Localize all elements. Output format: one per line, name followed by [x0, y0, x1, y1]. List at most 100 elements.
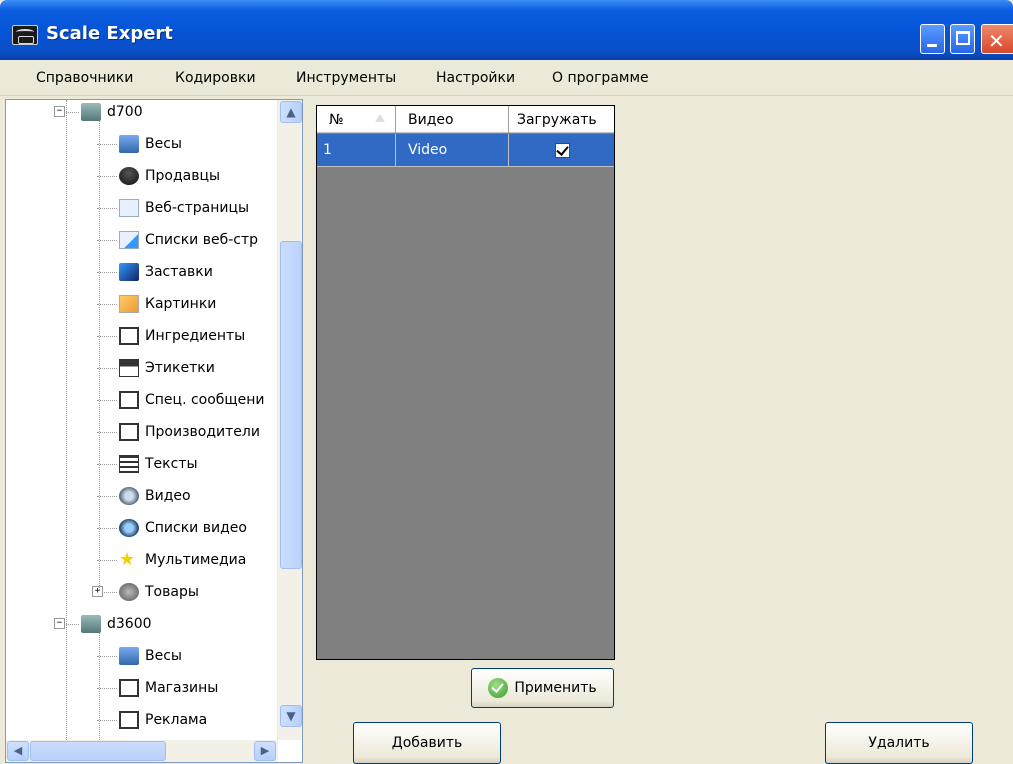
scale-device-icon — [81, 615, 101, 633]
menu-settings[interactable]: Настройки — [436, 70, 515, 86]
tree-connector — [97, 656, 117, 657]
add-button[interactable]: Добавить — [353, 722, 501, 764]
tree-connector — [99, 120, 100, 590]
scales-icon — [119, 647, 139, 665]
tree-node-label: Весы — [145, 136, 182, 152]
tree-connector — [97, 144, 117, 145]
ads-icon — [119, 711, 139, 729]
tree-node[interactable]: Производители — [119, 420, 260, 444]
tree-node-label: Товары — [145, 584, 199, 600]
checkmark-icon — [488, 678, 509, 698]
menu-encodings[interactable]: Кодировки — [175, 70, 256, 86]
tree-vertical-scrollbar[interactable]: ▲ ▼ — [277, 100, 302, 740]
menu-tools[interactable]: Инструменты — [296, 70, 396, 86]
delete-button[interactable]: Удалить — [825, 722, 973, 764]
tree-node[interactable]: Картинки — [119, 292, 216, 316]
cell-num[interactable]: 1 — [317, 134, 396, 167]
tree-node[interactable]: Веб-страницы — [119, 196, 249, 220]
scale-device-icon — [81, 103, 101, 121]
collapse-icon[interactable]: − — [54, 106, 65, 117]
tree-node-label: Ингредиенты — [145, 328, 246, 344]
close-button[interactable]: ✕ — [981, 24, 1013, 54]
tree-node[interactable]: Весы — [119, 644, 182, 668]
title-bar[interactable]: Scale Expert ✕ — [0, 0, 1013, 60]
tree-node[interactable]: Видео — [119, 484, 191, 508]
tree-node[interactable]: Этикетки — [119, 356, 215, 380]
tree-connector — [97, 368, 117, 369]
column-load-label: Загружать — [517, 112, 597, 128]
hscroll-thumb[interactable] — [30, 741, 166, 761]
scroll-thumb[interactable] — [280, 241, 302, 569]
tree-connector — [97, 720, 117, 721]
tree-node-label: d3600 — [107, 616, 152, 632]
scroll-left-button[interactable]: ◀ — [7, 741, 29, 761]
tree-node[interactable]: d3600 — [81, 612, 152, 636]
tree-view[interactable]: − + − d700 Весы Продавцы Веб-страницы Списки в… — [5, 99, 303, 763]
video-list-icon — [119, 519, 139, 537]
tree-connector — [97, 240, 117, 241]
tree-connector — [97, 336, 117, 337]
scroll-right-button[interactable]: ▶ — [254, 741, 276, 761]
tree-node-label: Весы — [145, 648, 182, 664]
load-checkbox[interactable] — [555, 143, 570, 158]
stores-icon — [119, 679, 139, 697]
apply-button[interactable]: Применить — [471, 668, 614, 708]
cell-video[interactable]: Video — [396, 134, 509, 167]
close-icon: ✕ — [988, 29, 1005, 53]
tree-node-label: Реклама — [145, 712, 208, 728]
tree-node[interactable]: Списки веб-стр — [119, 228, 258, 252]
expand-icon[interactable]: + — [92, 586, 103, 597]
add-button-label: Добавить — [391, 735, 463, 751]
menu-directories[interactable]: Справочники — [36, 70, 133, 86]
tree-connector — [97, 528, 117, 529]
labels-icon — [119, 359, 139, 377]
tree-node[interactable]: Спец. сообщени — [119, 388, 265, 412]
tree-node-label: Продавцы — [145, 168, 221, 184]
tree-connector — [97, 496, 117, 497]
tree-node-label: Спец. сообщени — [145, 392, 265, 408]
window-title: Scale Expert — [46, 23, 173, 44]
column-header-num[interactable]: № — [317, 106, 396, 133]
sellers-icon — [119, 167, 139, 185]
web-page-icon — [119, 199, 139, 217]
scroll-down-button[interactable]: ▼ — [280, 705, 302, 727]
tree-node-label: Заставки — [145, 264, 213, 280]
tree-node[interactable]: Списки видео — [119, 516, 247, 540]
tree-node[interactable]: Весы — [119, 132, 182, 156]
tree-connector — [97, 304, 117, 305]
tree-node[interactable]: Ингредиенты — [119, 324, 245, 348]
tree-connector — [97, 560, 117, 561]
tree-node[interactable]: ★ Мультимедиа — [119, 548, 246, 572]
texts-icon — [119, 455, 139, 473]
screensaver-icon — [119, 263, 139, 281]
tree-node-label: Магазины — [145, 680, 219, 696]
maximize-button[interactable] — [950, 24, 975, 54]
tree-node[interactable]: Магазины — [119, 676, 218, 700]
minimize-button[interactable] — [920, 24, 945, 54]
grid-header: № Видео Загружать — [317, 106, 614, 133]
column-header-load[interactable]: Загружать — [509, 106, 614, 133]
video-icon — [119, 487, 139, 505]
tree-connector — [97, 464, 117, 465]
tree-node[interactable]: Товары — [119, 580, 199, 604]
video-grid[interactable]: № Видео Загружать 1 Video — [316, 105, 615, 660]
menu-about[interactable]: О программе — [552, 70, 649, 86]
collapse-icon[interactable]: − — [54, 618, 65, 629]
cell-load[interactable] — [509, 134, 614, 167]
scales-icon — [119, 135, 139, 153]
tree-horizontal-scrollbar[interactable]: ◀ ▶ — [6, 740, 278, 762]
special-message-icon — [119, 391, 139, 409]
table-row[interactable]: 1 Video — [317, 134, 614, 167]
star-icon: ★ — [119, 549, 136, 570]
tree-connector — [97, 176, 117, 177]
tree-node[interactable]: Продавцы — [119, 164, 220, 188]
scroll-up-button[interactable]: ▲ — [280, 101, 302, 123]
app-icon — [12, 25, 38, 45]
tree-node[interactable]: Реклама — [119, 708, 207, 732]
tree-node[interactable]: Заставки — [119, 260, 213, 284]
tree-node[interactable]: Тексты — [119, 452, 198, 476]
tree-connector — [97, 688, 117, 689]
tree-node[interactable]: d700 — [81, 100, 143, 124]
tree-node-label: Мультимедиа — [145, 552, 247, 568]
column-header-video[interactable]: Видео — [396, 106, 509, 133]
